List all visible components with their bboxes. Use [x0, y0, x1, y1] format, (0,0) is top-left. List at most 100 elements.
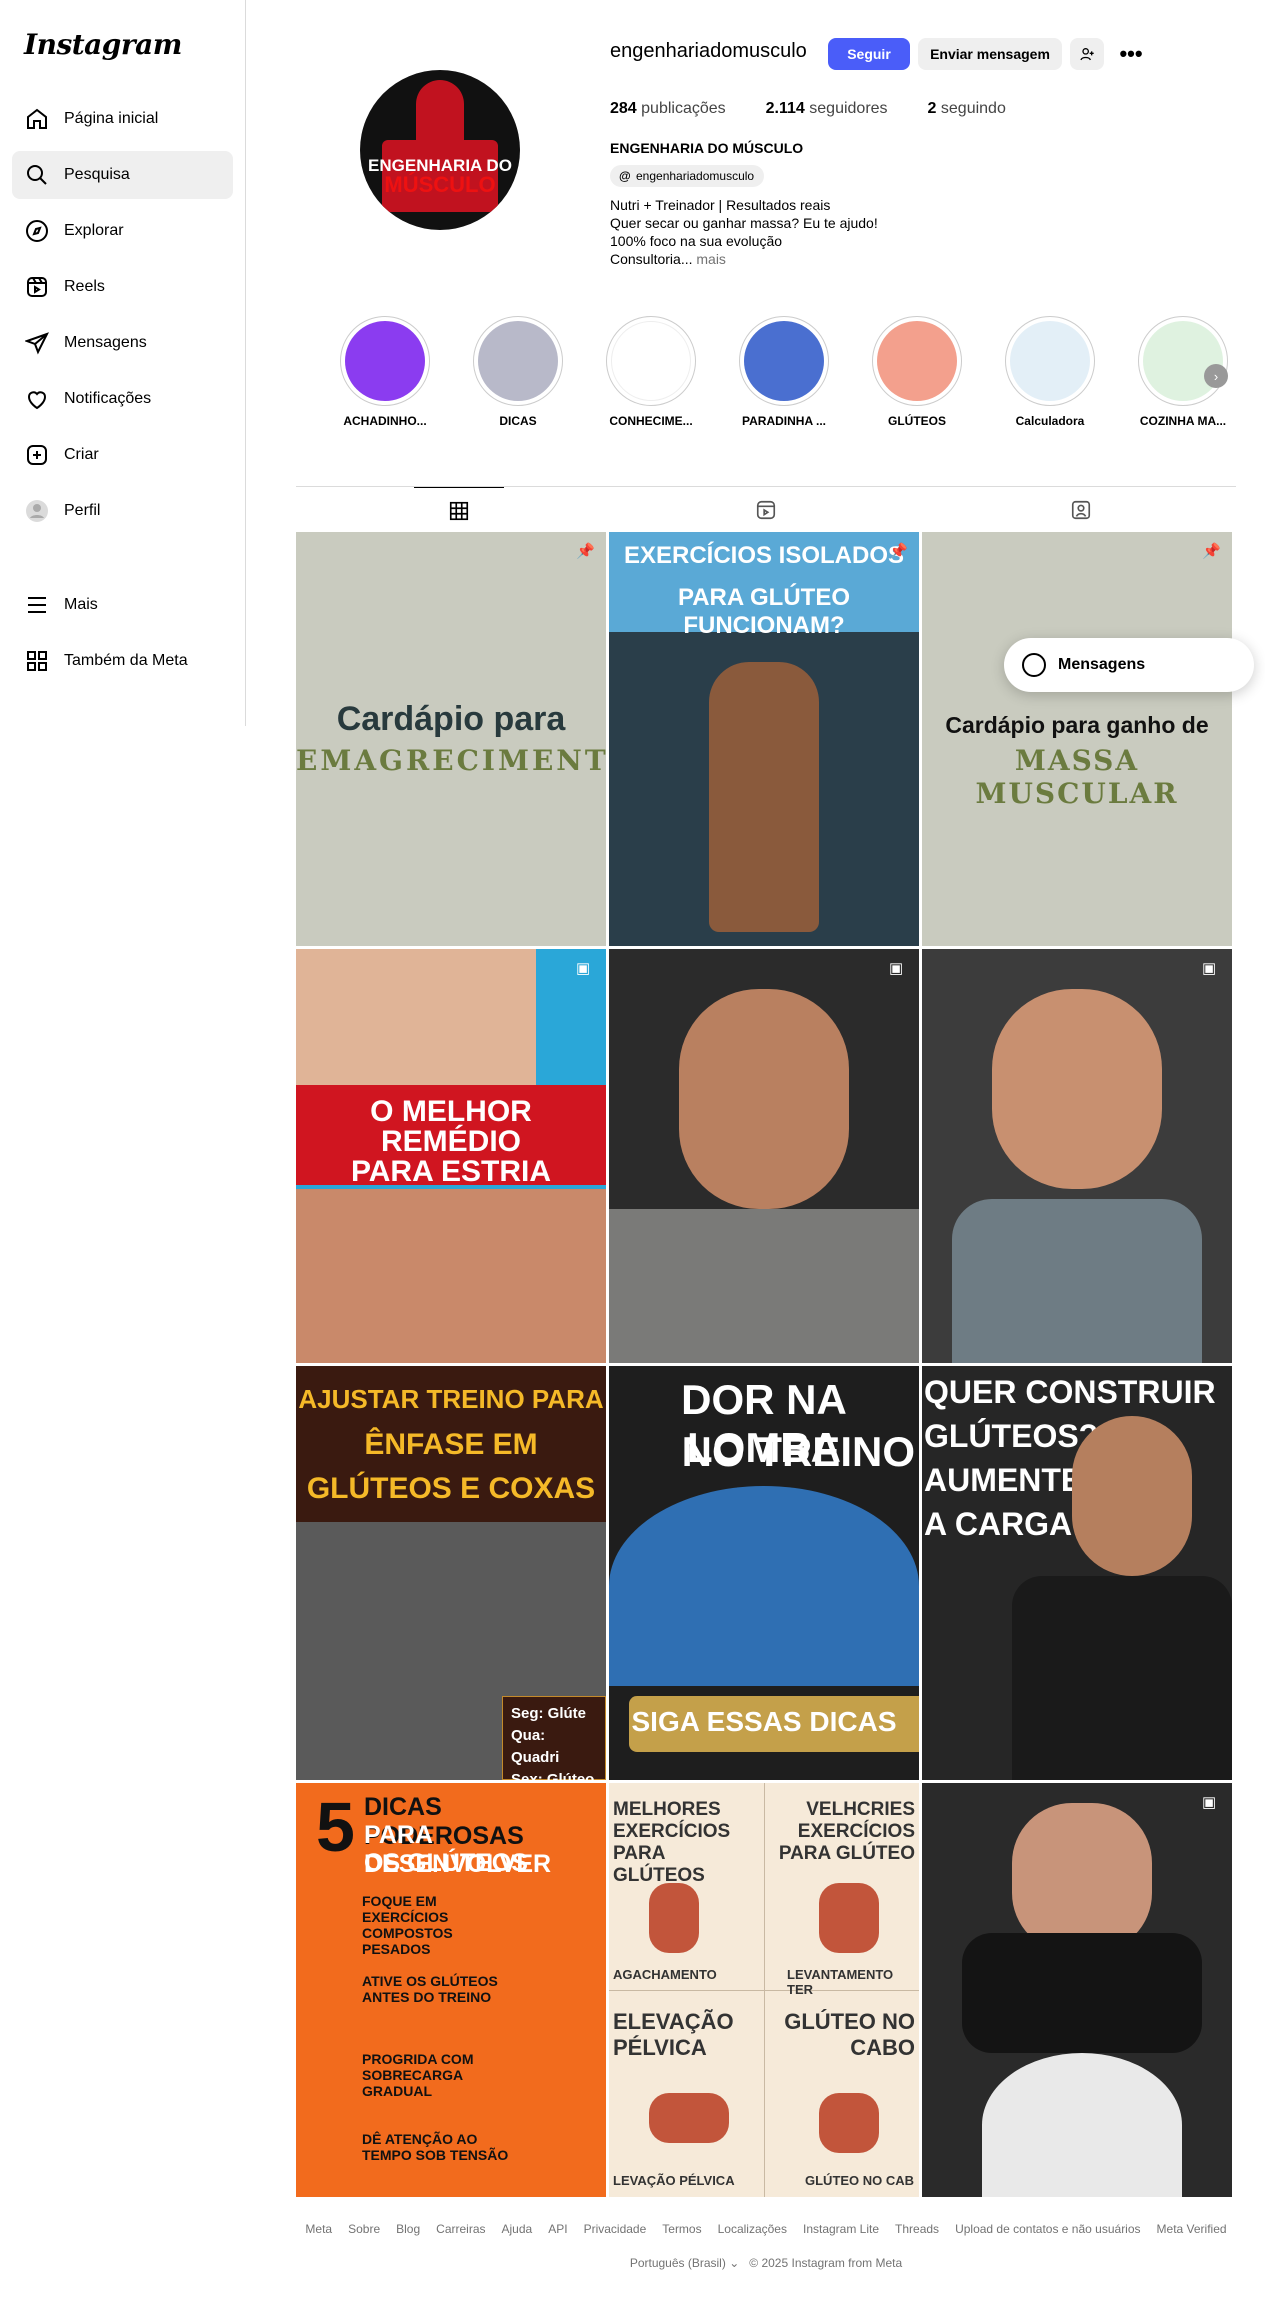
post-tile[interactable]: DOR NA LOMBA NO TREINO SIGA ESSAS DICAS [609, 1366, 919, 1780]
profile-avatar[interactable]: ENGENHARIA DO MÚSCULO [360, 70, 520, 230]
profile-full-name: ENGENHARIA DO MÚSCULO [610, 140, 804, 156]
post-tile[interactable]: ▣ [609, 949, 919, 1363]
post-tile[interactable]: QUER CONSTRUIR GLÚTEOS? AUMENTE A CARGA! [922, 1366, 1232, 1780]
footer-link[interactable]: Meta Verified [1157, 2222, 1227, 2236]
highlight-label: COZINHA MA... [1139, 414, 1227, 428]
footer-link[interactable]: Upload de contatos e não usuários [955, 2222, 1140, 2236]
reel-icon: ▣ [1202, 1794, 1217, 1811]
post-tile[interactable]: ▣ [922, 949, 1232, 1363]
sidebar-item-home[interactable]: Página inicial [12, 95, 233, 143]
grid-icon [449, 501, 469, 520]
send-message-button[interactable]: Enviar mensagem [918, 38, 1062, 70]
post-tile[interactable]: MELHORES EXERCÍCIOS PARA GLÚTEOS VELHCRI… [609, 1783, 919, 2197]
highlight-thumb [1010, 321, 1090, 401]
highlight-dicas[interactable]: DICAS [473, 316, 563, 428]
sidebar-item-more[interactable]: Mais [12, 581, 233, 629]
post-tile[interactable]: ▣ [922, 1783, 1232, 2197]
sidebar-item-search[interactable]: Pesquisa [12, 151, 233, 199]
footer-links: Meta Sobre Blog Carreiras Ajuda API Priv… [296, 2222, 1236, 2236]
highlights-next-button[interactable]: › [1204, 364, 1228, 388]
tab-posts[interactable] [414, 487, 504, 533]
footer-link[interactable]: Ajuda [502, 2222, 533, 2236]
footer-link[interactable]: Meta [305, 2222, 332, 2236]
highlight-thumb [478, 321, 558, 401]
pin-icon: 📌 [889, 543, 908, 560]
highlight-thumb [877, 321, 957, 401]
sidebar-item-profile[interactable]: Perfil [12, 487, 233, 535]
reels-icon [756, 500, 776, 520]
chevron-down-icon: ⌄ [729, 2256, 740, 2270]
sidebar-item-messages[interactable]: Mensagens [12, 319, 233, 367]
home-icon [24, 106, 50, 132]
tab-tagged[interactable] [1036, 487, 1126, 533]
footer-link[interactable]: Threads [895, 2222, 939, 2236]
tab-reels[interactable] [721, 487, 811, 533]
floating-messages-button[interactable]: Mensagens [1004, 638, 1254, 692]
highlight-achadinhos[interactable]: ACHADINHO... [340, 316, 430, 428]
footer-link[interactable]: Instagram Lite [803, 2222, 879, 2236]
footer-link[interactable]: API [548, 2222, 567, 2236]
posts-grid: Cardápio para EMAGRECIMENTO 📌 EXERCÍCIOS… [296, 532, 1236, 2197]
profile-bio: Nutri + Treinador | Resultados reais Que… [610, 197, 878, 267]
highlight-paradinha[interactable]: PARADINHA ... [739, 316, 829, 428]
reels-icon [24, 274, 50, 300]
sidebar-item-label: Criar [64, 446, 99, 463]
highlight-calculadora[interactable]: Calculadora [1005, 316, 1095, 428]
suggest-user-button[interactable] [1070, 38, 1104, 70]
highlight-gluteos[interactable]: GLÚTEOS [872, 316, 962, 428]
post-tile[interactable]: 5 DICAS PODEROSAS PARA DESENVOLVER OS GL… [296, 1783, 606, 2197]
post-tile[interactable]: AJUSTAR TREINO PARA ÊNFASE EM GLÚTEOS E … [296, 1366, 606, 1780]
avatar-icon [24, 498, 50, 524]
pin-icon: 📌 [1202, 543, 1221, 560]
post-tile[interactable]: Cardápio para ganho de MASSA MUSCULAR 📌 [922, 532, 1232, 946]
footer-link[interactable]: Privacidade [584, 2222, 647, 2236]
chevron-right-icon: › [1213, 368, 1219, 384]
pin-icon: 📌 [576, 543, 595, 560]
sidebar-item-meta[interactable]: Também da Meta [12, 637, 233, 685]
threads-badge[interactable]: engenhariadomusculo [610, 165, 765, 187]
footer-link[interactable]: Termos [662, 2222, 701, 2236]
highlight-label: Calculadora [1015, 414, 1085, 428]
sidebar-item-create[interactable]: Criar [12, 431, 233, 479]
bio-more-link[interactable]: mais [696, 251, 726, 267]
footer-link[interactable]: Blog [396, 2222, 420, 2236]
plus-icon [24, 442, 50, 468]
tips-number: 5 [316, 1788, 355, 1866]
footer-link[interactable]: Carreiras [436, 2222, 485, 2236]
instagram-logo[interactable]: Instagram [12, 28, 233, 61]
footer-link[interactable]: Localizações [718, 2222, 787, 2236]
avatar-text-bottom: MÚSCULO [384, 172, 496, 197]
profile-username: engenhariadomusculo [610, 40, 807, 62]
footer-link[interactable]: Sobre [348, 2222, 380, 2236]
highlight-label: GLÚTEOS [887, 414, 946, 428]
post-tile[interactable]: O MELHOR REMÉDIO PARA ESTRIA ▣ [296, 949, 606, 1363]
schedule-note: Seg: Glúte Qua: Quadri Sex: Glúteo [502, 1696, 606, 1780]
post-tile[interactable]: EXERCÍCIOS ISOLADOS PARA GLÚTEO FUNCIONA… [609, 532, 919, 946]
tagged-icon [1071, 500, 1091, 520]
profile-stats: 284 publicações 2.114 seguidores 2 segui… [610, 100, 1006, 118]
profile-tabs [296, 486, 1236, 532]
highlight-thumb [744, 321, 824, 401]
posts-stat: 284 publicações [610, 100, 726, 117]
highlight-label: PARADINHA ... [742, 414, 826, 428]
sidebar-item-label: Perfil [64, 502, 101, 519]
follow-button[interactable]: Seguir [828, 38, 910, 70]
language-select[interactable]: Português (Brasil) [630, 2256, 726, 2270]
reel-icon: ▣ [889, 960, 904, 977]
sidebar-item-notifications[interactable]: Notificações [12, 375, 233, 423]
sidebar-item-label: Notificações [64, 390, 152, 407]
sidebar-item-reels[interactable]: Reels [12, 263, 233, 311]
sidebar-item-explore[interactable]: Explorar [12, 207, 233, 255]
sidebar-item-label: Pesquisa [64, 166, 130, 183]
sidebar-item-label: Explorar [64, 222, 124, 239]
highlight-conhecimento[interactable]: CONHECIME... [606, 316, 696, 428]
following-stat[interactable]: 2 seguindo [928, 100, 1006, 118]
more-options-button[interactable]: ••• [1114, 38, 1148, 70]
highlight-thumb [345, 321, 425, 401]
sidebar-item-label: Mensagens [64, 334, 147, 351]
highlight-label: ACHADINHO... [343, 414, 427, 428]
post-tile[interactable]: Cardápio para EMAGRECIMENTO 📌 [296, 532, 606, 946]
sidebar-item-label: Reels [64, 278, 105, 295]
meta-apps-icon [24, 648, 50, 674]
followers-stat[interactable]: 2.114 seguidores [766, 100, 888, 118]
